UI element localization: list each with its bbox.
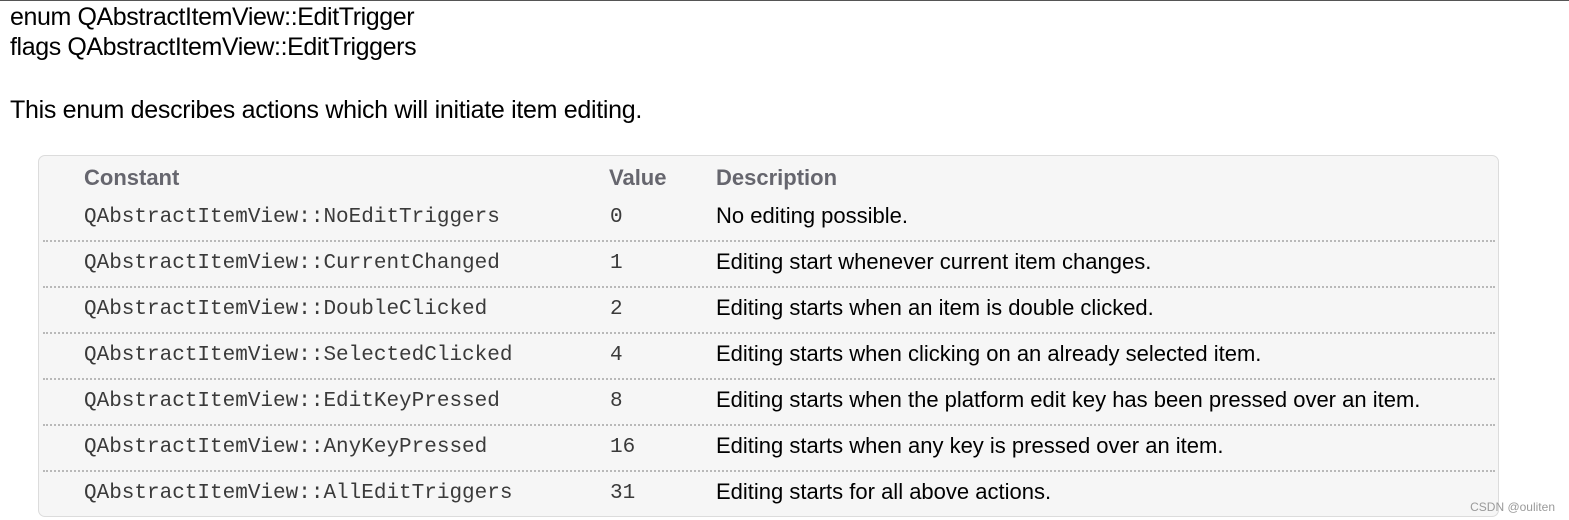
value-cell: 31 bbox=[610, 482, 636, 505]
enum-description: This enum describes actions which will i… bbox=[10, 96, 642, 124]
constant-cell: QAbstractItemView::CurrentChanged bbox=[84, 252, 500, 275]
flags-signature: flags QAbstractItemView::EditTriggers bbox=[10, 33, 417, 61]
header-constant: Constant bbox=[84, 165, 180, 190]
value-cell: 8 bbox=[610, 390, 623, 413]
description-cell: Editing starts when an item is double cl… bbox=[716, 295, 1154, 320]
table-row: QAbstractItemView::NoEditTriggers 0 No e… bbox=[43, 196, 1495, 242]
description-cell: Editing starts for all above actions. bbox=[716, 479, 1052, 504]
table-row: QAbstractItemView::DoubleClicked 2 Editi… bbox=[43, 288, 1495, 334]
constant-cell: QAbstractItemView::AllEditTriggers bbox=[84, 482, 513, 505]
description-cell: No editing possible. bbox=[716, 203, 909, 228]
table-row: QAbstractItemView::EditKeyPressed 8 Edit… bbox=[43, 380, 1495, 426]
value-cell: 4 bbox=[610, 344, 623, 367]
table-row: QAbstractItemView::SelectedClicked 4 Edi… bbox=[43, 334, 1495, 380]
value-cell: 16 bbox=[610, 436, 636, 459]
value-cell: 0 bbox=[610, 206, 623, 229]
enum-signature: enum QAbstractItemView::EditTrigger bbox=[10, 3, 415, 31]
value-cell: 2 bbox=[610, 298, 623, 321]
description-cell: Editing starts when the platform edit ke… bbox=[716, 387, 1421, 412]
header-value: Value bbox=[609, 165, 667, 190]
header-description: Description bbox=[716, 165, 838, 190]
top-rule bbox=[0, 0, 1569, 1]
constant-cell: QAbstractItemView::EditKeyPressed bbox=[84, 390, 500, 413]
table-row: QAbstractItemView::AllEditTriggers 31 Ed… bbox=[43, 472, 1495, 516]
constant-cell: QAbstractItemView::NoEditTriggers bbox=[84, 206, 500, 229]
enum-values-table: Constant Value Description QAbstractItem… bbox=[38, 155, 1499, 517]
watermark: CSDN @ouliten bbox=[1470, 500, 1555, 514]
description-cell: Editing starts when clicking on an alrea… bbox=[716, 341, 1262, 366]
value-cell: 1 bbox=[610, 252, 623, 275]
table-row: QAbstractItemView::AnyKeyPressed 16 Edit… bbox=[43, 426, 1495, 472]
description-cell: Editing start whenever current item chan… bbox=[716, 249, 1152, 274]
constant-cell: QAbstractItemView::AnyKeyPressed bbox=[84, 436, 488, 459]
description-cell: Editing starts when any key is pressed o… bbox=[716, 433, 1224, 458]
table-row: QAbstractItemView::CurrentChanged 1 Edit… bbox=[43, 242, 1495, 288]
constant-cell: QAbstractItemView::SelectedClicked bbox=[84, 344, 513, 367]
constant-cell: QAbstractItemView::DoubleClicked bbox=[84, 298, 488, 321]
